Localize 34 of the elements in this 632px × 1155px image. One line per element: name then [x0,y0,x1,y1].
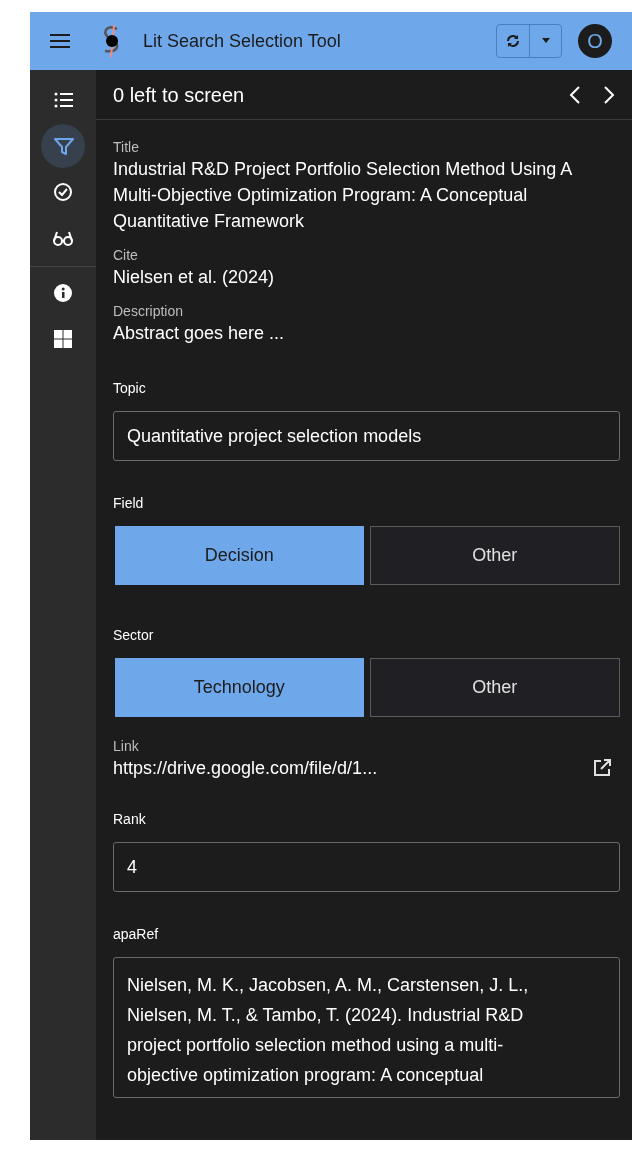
filter-icon [52,135,74,157]
toggle-button[interactable]: Other [369,526,620,585]
toggle-button[interactable]: Technology [115,658,364,717]
header-title: 0 left to screen [113,82,245,108]
text-area[interactable]: Nielsen, M. K., Jacobsen, A. M., Carstensen, J. L., Nielsen, M. T., & Tambo, T. (2024). Industrial R&D project portfolio selection method using a multi-objective optimization program: A conceptual [113,957,620,1098]
field-value: Abstract goes here ... [113,322,286,345]
field-value: Nielsen et al. (2024) [113,266,276,289]
field-label: Title [113,138,140,156]
sidebar-item[interactable] [41,124,85,168]
field-label: Field [113,494,145,513]
link[interactable]: https://drive.google.com/file/d/1... [113,755,378,781]
field-label: Link [113,737,140,755]
field-label: Rank [113,810,147,829]
check-circle-icon [52,181,74,203]
previous-icon[interactable] [569,84,581,105]
input-field[interactable]: 4 [113,842,620,892]
toggle-button[interactable]: Decision [115,526,364,585]
info-icon [52,282,74,304]
field-label: Topic [113,379,147,398]
toggle-button[interactable]: Other [369,658,620,717]
sync-icon [505,33,521,49]
external-link-icon[interactable] [592,758,612,778]
user-avatar[interactable]: O [578,24,612,58]
field-label: Description [113,302,185,320]
field-label: apaRef [113,925,160,944]
field-label: Sector [113,626,155,645]
next-icon[interactable] [603,84,615,105]
field-value: Industrial R&D Project Portfolio Selection Method Using A Multi-Objective Optimization Program: A Conceptual Quantitative Framework [113,158,573,233]
caret-icon [540,38,551,44]
field-label: Cite [113,246,139,264]
grid-icon [52,328,74,350]
input-field[interactable]: Quantitative project selection models [113,411,620,461]
menu-icon[interactable] [50,33,72,49]
app-title: Lit Search Selection Tool [143,29,341,53]
